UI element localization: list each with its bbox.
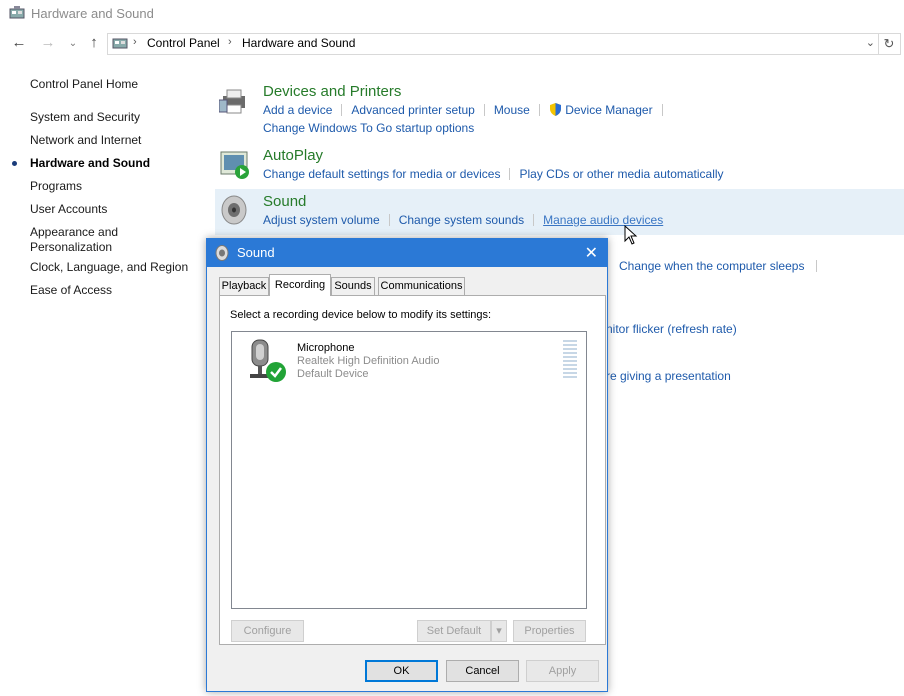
autoplay-title[interactable]: AutoPlay — [263, 147, 323, 164]
play-cds-link[interactable]: Play CDs or other media automatically — [519, 167, 723, 181]
speaker-icon — [221, 195, 247, 228]
window-titlebar: Hardware and Sound — [0, 0, 904, 28]
set-default-button[interactable]: Set Default — [417, 620, 491, 642]
window-title: Hardware and Sound — [31, 6, 154, 21]
device-name: Microphone — [297, 342, 355, 354]
change-default-settings-link[interactable]: Change default settings for media or dev… — [263, 167, 500, 181]
mouse-cursor-icon — [624, 224, 638, 248]
devices-links: Add a device Advanced printer setup Mouse … — [263, 103, 672, 117]
up-arrow-icon[interactable]: ↑ — [85, 34, 103, 51]
dialog-title: Sound — [237, 245, 275, 260]
nav-hardware-and-sound[interactable]: Hardware and Sound — [30, 156, 150, 171]
autoplay-icon — [220, 150, 252, 183]
breadcrumb-hardware-and-sound[interactable]: Hardware and Sound — [242, 36, 355, 50]
address-bar[interactable]: › Control Panel › Hardware and Sound ⌄ — [107, 33, 879, 55]
device-status: Default Device — [297, 368, 369, 380]
dialog-titlebar[interactable]: Sound ✕ — [207, 239, 607, 267]
change-sleep-link[interactable]: Change when the computer sleeps — [619, 259, 818, 273]
presentation-link[interactable]: re giving a presentation — [606, 369, 731, 383]
breadcrumb-control-panel[interactable]: Control Panel — [147, 36, 220, 50]
tab-playback[interactable]: Playback — [219, 277, 269, 295]
change-system-sounds-link[interactable]: Change system sounds — [399, 213, 524, 227]
address-dropdown-chevron-icon[interactable]: ⌄ — [866, 36, 875, 49]
ok-button[interactable]: OK — [365, 660, 438, 682]
nav-appearance-line2[interactable]: Personalization — [30, 240, 112, 255]
recording-panel: Select a recording device below to modif… — [219, 295, 606, 645]
manage-audio-devices-link[interactable]: Manage audio devices — [543, 213, 663, 227]
monitor-flicker-link[interactable]: nitor flicker (refresh rate) — [606, 322, 737, 336]
sound-dialog: Sound ✕ Playback Recording Sounds Commun… — [206, 238, 608, 692]
sound-dialog-icon — [215, 245, 229, 264]
level-meter — [563, 340, 577, 380]
sound-title[interactable]: Sound — [263, 193, 306, 210]
printer-icon — [218, 87, 251, 120]
nav-clock-language-region[interactable]: Clock, Language, and Region — [30, 260, 188, 275]
forward-arrow-icon[interactable]: → — [39, 34, 57, 51]
sound-category-highlight — [215, 189, 904, 235]
sound-links: Adjust system volume Change system sounds… — [263, 213, 663, 227]
nav-ease-of-access[interactable]: Ease of Access — [30, 283, 112, 298]
shield-icon — [549, 103, 562, 117]
tab-sounds[interactable]: Sounds — [331, 277, 375, 295]
control-panel-icon — [9, 6, 25, 23]
tab-communications[interactable]: Communications — [378, 277, 465, 295]
nav-programs[interactable]: Programs — [30, 179, 82, 194]
devices-links-row2: Change Windows To Go startup options — [263, 121, 474, 135]
close-icon[interactable]: ✕ — [585, 243, 598, 263]
properties-button[interactable]: Properties — [513, 620, 586, 642]
adjust-system-volume-link[interactable]: Adjust system volume — [263, 213, 380, 227]
recent-locations-chevron-icon[interactable]: ⌄ — [64, 38, 82, 49]
active-bullet-icon — [12, 161, 17, 166]
device-driver: Realtek High Definition Audio — [297, 355, 440, 367]
nav-control-panel-home[interactable]: Control Panel Home — [30, 77, 138, 92]
device-manager-link[interactable]: Device Manager — [565, 103, 652, 117]
add-device-link[interactable]: Add a device — [263, 103, 332, 117]
apply-button[interactable]: Apply — [526, 660, 599, 682]
cancel-button[interactable]: Cancel — [446, 660, 519, 682]
nav-system-and-security[interactable]: System and Security — [30, 110, 140, 125]
advanced-printer-setup-link[interactable]: Advanced printer setup — [351, 103, 474, 117]
breadcrumb-chevron-icon[interactable]: › — [228, 36, 232, 48]
nav-user-accounts[interactable]: User Accounts — [30, 202, 107, 217]
windows-to-go-link[interactable]: Change Windows To Go startup options — [263, 121, 474, 135]
autoplay-links: Change default settings for media or dev… — [263, 167, 724, 181]
nav-network-and-internet[interactable]: Network and Internet — [30, 133, 141, 148]
recording-hint: Select a recording device below to modif… — [230, 309, 492, 321]
mouse-link[interactable]: Mouse — [494, 103, 530, 117]
tab-recording[interactable]: Recording — [269, 274, 331, 296]
devices-and-printers-title[interactable]: Devices and Printers — [263, 83, 401, 100]
refresh-icon[interactable]: ↻ — [878, 33, 901, 55]
back-arrow-icon[interactable]: ← — [10, 34, 28, 51]
control-panel-icon — [112, 36, 128, 53]
device-list[interactable]: Microphone Realtek High Definition Audio… — [231, 331, 587, 609]
configure-button[interactable]: Configure — [231, 620, 304, 642]
nav-appearance-line1[interactable]: Appearance and — [30, 225, 118, 240]
microphone-icon — [246, 338, 288, 387]
set-default-dropdown-icon[interactable]: ▾ — [491, 620, 507, 642]
breadcrumb-chevron-icon[interactable]: › — [133, 36, 137, 48]
